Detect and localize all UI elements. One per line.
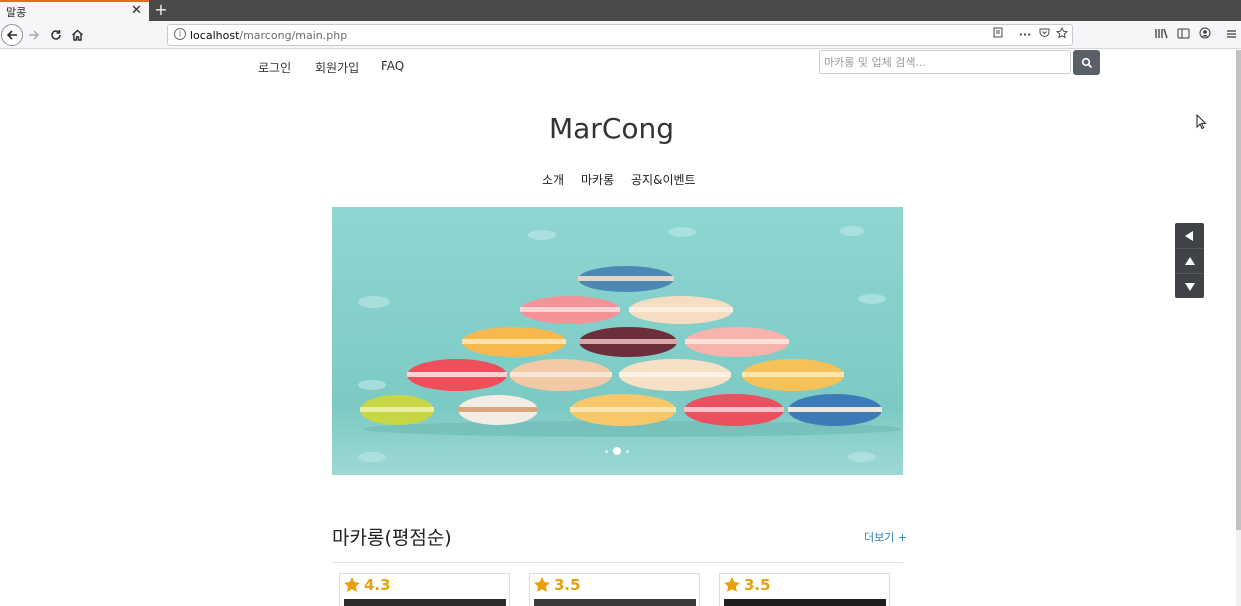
sidebar-toggle-icon[interactable] [1174, 26, 1192, 44]
page-scrollbar[interactable] [1236, 50, 1241, 606]
more-link[interactable]: 더보기 + [864, 529, 907, 545]
arrow-left-icon [6, 30, 17, 40]
url-path: /marcong/main.php [239, 29, 348, 42]
tab-strip: 말콩 ✕ + [0, 0, 1241, 21]
reload-icon [51, 30, 61, 40]
menu-item-intro[interactable]: 소개 [542, 171, 564, 188]
menu-item-macaron[interactable]: 마카롱 [581, 171, 614, 188]
scrollbar-thumb[interactable] [1236, 50, 1241, 530]
url-text[interactable]: localhost/marcong/main.php [190, 29, 347, 42]
new-tab-button[interactable]: + [153, 0, 169, 20]
account-icon[interactable] [1196, 26, 1214, 44]
macaron-tower-image [332, 207, 903, 475]
carousel-dot[interactable] [605, 450, 608, 453]
home-button[interactable] [66, 24, 88, 46]
star-icon [724, 577, 740, 592]
product-thumbnail [534, 599, 696, 606]
tab-title: 말콩 [6, 6, 27, 19]
scroll-bottom-button[interactable] [1175, 273, 1204, 298]
carousel-indicators[interactable] [605, 447, 629, 457]
url-host: localhost [190, 29, 240, 42]
carousel-dot-active[interactable] [613, 447, 621, 455]
prev-button[interactable] [1175, 223, 1204, 248]
search-button[interactable] [1073, 50, 1100, 75]
login-link[interactable]: 로그인 [258, 59, 291, 76]
section-divider [332, 562, 903, 563]
pocket-icon[interactable] [1036, 27, 1052, 43]
triangle-up-icon [1184, 256, 1195, 265]
faq-link[interactable]: FAQ [381, 59, 404, 73]
address-bar[interactable]: i localhost/marcong/main.php ··· [167, 24, 1073, 46]
menu-item-notice-event[interactable]: 공지&이벤트 [631, 171, 696, 188]
scroll-top-button[interactable] [1175, 248, 1204, 273]
star-icon [534, 577, 550, 592]
triangle-left-icon [1185, 230, 1193, 241]
forward-button[interactable] [23, 24, 45, 46]
reader-view-icon[interactable] [990, 27, 1006, 43]
browser-tab-active[interactable]: 말콩 ✕ [0, 0, 149, 21]
library-icon[interactable] [1152, 26, 1170, 44]
tab-close-icon[interactable]: ✕ [131, 3, 142, 18]
search-icon [1081, 57, 1092, 68]
reload-button[interactable] [45, 24, 67, 46]
page-actions-icon[interactable]: ··· [1017, 27, 1033, 43]
hero-carousel[interactable] [332, 207, 903, 475]
search-input[interactable] [819, 50, 1071, 74]
home-icon [71, 29, 83, 41]
product-card[interactable]: 3.5 [529, 573, 700, 606]
triangle-down-icon [1184, 282, 1195, 291]
back-button[interactable] [1, 24, 23, 46]
navigation-toolbar: i localhost/marcong/main.php ··· [0, 21, 1241, 49]
hamburger-menu-icon[interactable] [1222, 26, 1240, 44]
rating-value: 3.5 [744, 576, 771, 594]
page-viewport: 로그인 회원가입 FAQ MarCong 소개 마카롱 공지&이벤트 [0, 50, 1236, 606]
section-title: 마카롱(평점순) [332, 527, 452, 549]
product-thumbnail [724, 599, 886, 606]
arrow-right-icon [29, 30, 40, 40]
rating-value: 4.3 [364, 576, 391, 594]
product-card[interactable]: 3.5 [719, 573, 890, 606]
star-icon [344, 577, 360, 592]
product-card[interactable]: 4.3 [339, 573, 510, 606]
carousel-dot[interactable] [626, 450, 629, 453]
site-title[interactable]: MarCong [0, 112, 1223, 145]
bookmark-star-icon[interactable] [1054, 26, 1070, 43]
mouse-cursor-icon [1196, 114, 1207, 129]
rating-value: 3.5 [554, 576, 581, 594]
product-thumbnail [344, 599, 506, 606]
site-info-icon[interactable]: i [174, 28, 186, 40]
signup-link[interactable]: 회원가입 [315, 59, 359, 76]
